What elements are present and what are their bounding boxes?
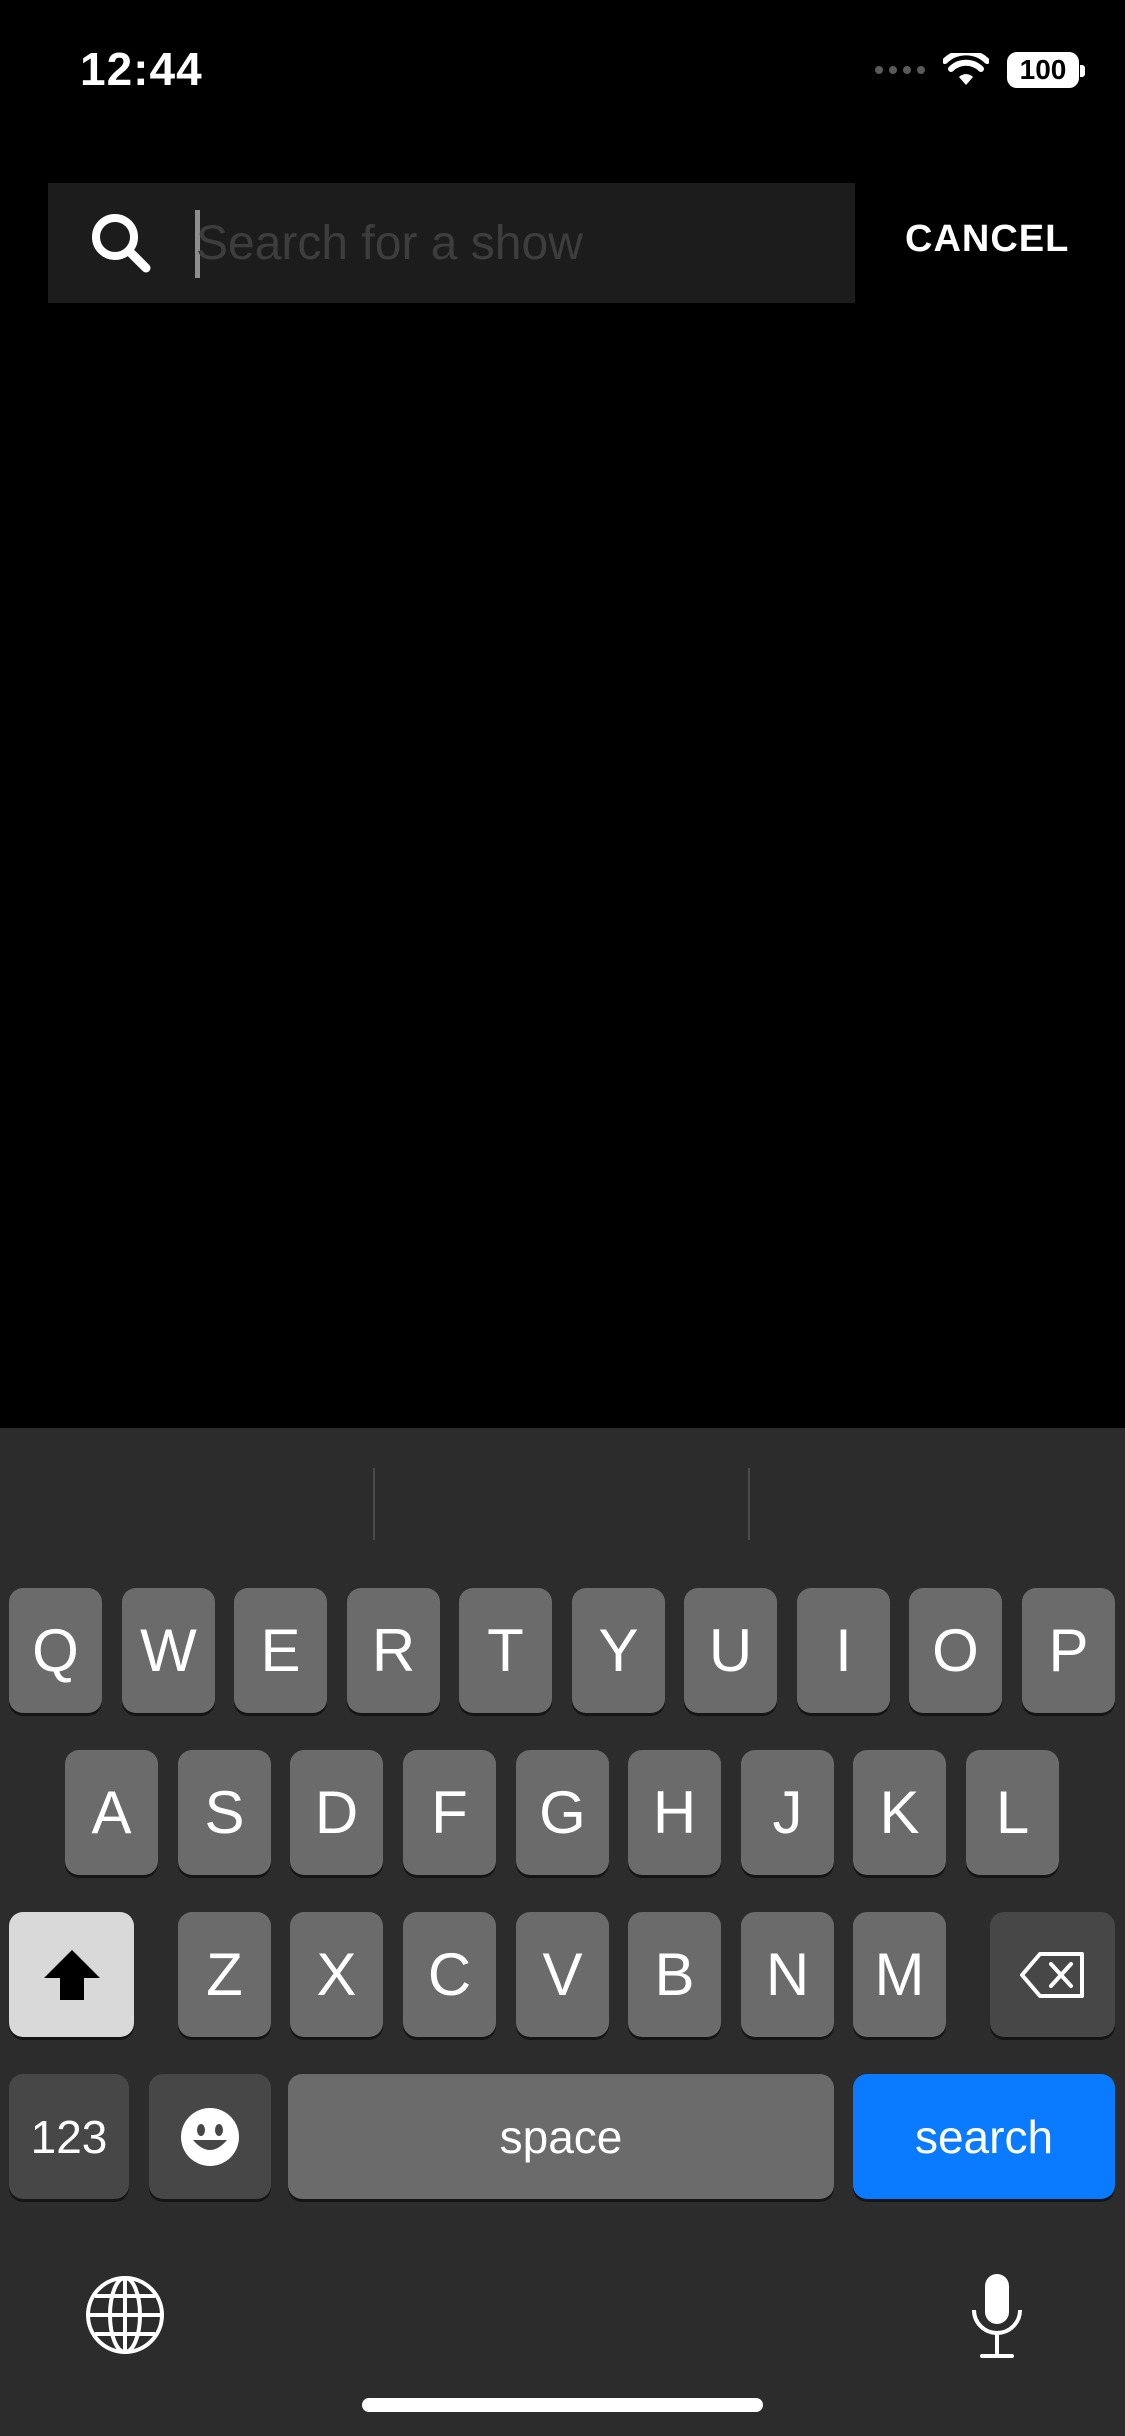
battery-icon: 100	[1007, 52, 1085, 88]
key-f[interactable]: F	[403, 1750, 496, 1875]
key-b[interactable]: B	[628, 1912, 721, 2037]
key-w[interactable]: W	[122, 1588, 215, 1713]
key-t[interactable]: T	[459, 1588, 552, 1713]
key-o[interactable]: O	[909, 1588, 1002, 1713]
space-key[interactable]: space	[288, 2074, 834, 2199]
numbers-key[interactable]: 123	[9, 2074, 129, 2199]
key-i[interactable]: I	[797, 1588, 890, 1713]
key-j[interactable]: J	[741, 1750, 834, 1875]
wifi-icon	[943, 53, 989, 85]
search-key[interactable]: search	[853, 2074, 1115, 2199]
key-g[interactable]: G	[516, 1750, 609, 1875]
microphone-icon[interactable]	[966, 2270, 1028, 2362]
key-p[interactable]: P	[1022, 1588, 1115, 1713]
key-z[interactable]: Z	[178, 1912, 271, 2037]
status-time: 12:44	[80, 43, 203, 95]
emoji-key[interactable]	[149, 2074, 271, 2199]
key-x[interactable]: X	[290, 1912, 383, 2037]
keyboard: Q W E R T Y U I O P A S D F G H J K L Z …	[0, 1428, 1125, 2436]
key-l[interactable]: L	[966, 1750, 1059, 1875]
key-a[interactable]: A	[65, 1750, 158, 1875]
key-m[interactable]: M	[853, 1912, 946, 2037]
home-indicator[interactable]	[362, 2398, 763, 2412]
cancel-button[interactable]: CANCEL	[905, 218, 1069, 261]
key-y[interactable]: Y	[572, 1588, 665, 1713]
status-icons: 100	[875, 50, 1085, 90]
delete-key[interactable]	[990, 1912, 1115, 2037]
key-q[interactable]: Q	[9, 1588, 102, 1713]
delete-icon	[1019, 1951, 1084, 1998]
search-icon	[92, 214, 151, 273]
key-e[interactable]: E	[234, 1588, 327, 1713]
globe-icon[interactable]	[84, 2274, 166, 2356]
key-r[interactable]: R	[347, 1588, 440, 1713]
key-n[interactable]: N	[741, 1912, 834, 2037]
search-bar[interactable]	[48, 183, 855, 303]
cellular-signal-icon	[875, 66, 925, 74]
key-u[interactable]: U	[684, 1588, 777, 1713]
key-d[interactable]: D	[290, 1750, 383, 1875]
prediction-divider	[748, 1468, 750, 1540]
key-s[interactable]: S	[178, 1750, 271, 1875]
shift-icon	[43, 1949, 100, 2000]
prediction-divider	[373, 1468, 375, 1540]
emoji-icon	[181, 2107, 239, 2166]
shift-key[interactable]	[9, 1912, 134, 2037]
search-input[interactable]	[196, 201, 816, 285]
key-h[interactable]: H	[628, 1750, 721, 1875]
key-k[interactable]: K	[853, 1750, 946, 1875]
key-c[interactable]: C	[403, 1912, 496, 2037]
key-v[interactable]: V	[516, 1912, 609, 2037]
